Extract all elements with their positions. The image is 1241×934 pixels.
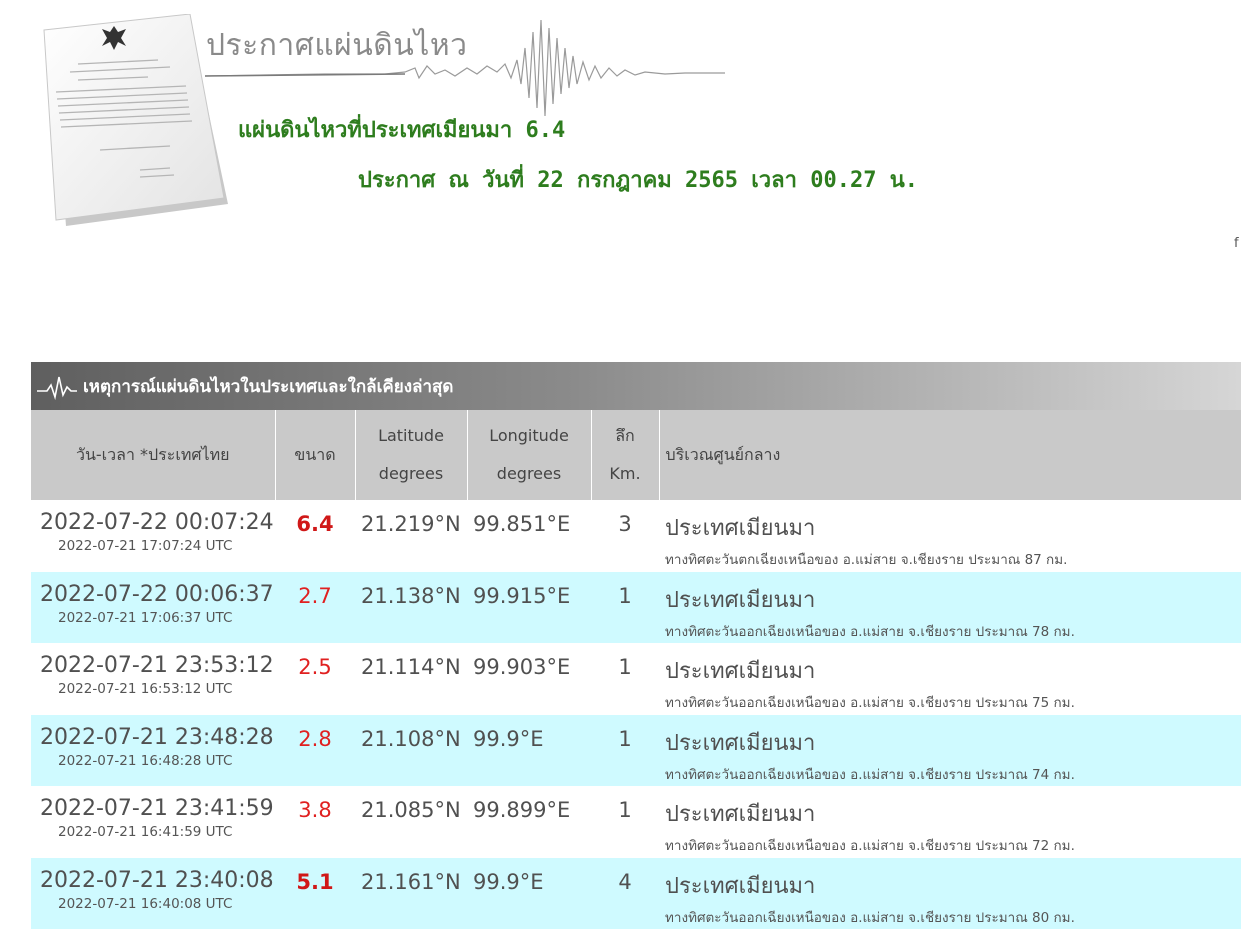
latitude-value: 21.108°N (361, 726, 461, 751)
clipped-text: f (1234, 236, 1239, 251)
depth-value: 3 (618, 512, 632, 536)
epicenter-country: ประเทศเมียนมา (665, 730, 816, 756)
local-datetime: 2022-07-21 23:53:12 (40, 653, 274, 678)
epicenter-cell: ประเทศเมียนมาทางทิศตะวันออกเฉียงเหนือของ… (659, 786, 1241, 858)
utc-datetime: 2022-07-21 16:40:08 UTC (58, 895, 233, 912)
col-longitude-unit: degrees (496, 464, 562, 483)
utc-datetime: 2022-07-21 17:06:37 UTC (58, 609, 233, 626)
epicenter-description: ทางทิศตะวันออกเฉียงเหนือของ อ.แม่สาย จ.เ… (665, 695, 1075, 711)
waveform-icon (37, 376, 77, 401)
panel-header: เหตุการณ์แผ่นดินไหวในประเทศและใกล้เคียงล… (31, 362, 1241, 410)
col-magnitude: ขนาด (275, 410, 356, 500)
latitude-value: 21.138°N (361, 583, 461, 608)
datetime-cell: 2022-07-21 23:41:59 2022-07-21 16:41:59 U… (31, 786, 275, 858)
col-longitude-label: Longitude (489, 426, 569, 445)
page-title: ประกาศแผ่นดินไหว (206, 28, 468, 63)
col-longitude: Longitude degrees (467, 410, 592, 500)
latitude-value: 21.114°N (361, 655, 461, 679)
magnitude-value: 2.8 (298, 726, 332, 751)
table-row[interactable]: 2022-07-22 00:06:37 2022-07-21 17:06:37 U… (31, 571, 1241, 644)
epicenter-cell: ประเทศเมียนมาทางทิศตะวันตกเฉียงเหนือของ … (659, 500, 1241, 572)
col-latitude-label: Latitude (378, 426, 444, 445)
epicenter-cell: ประเทศเมียนมาทางทิศตะวันออกเฉียงเหนือของ… (659, 858, 1241, 930)
utc-datetime: 2022-07-21 16:41:59 UTC (58, 824, 233, 840)
depth-value: 1 (618, 726, 632, 751)
panel-title: เหตุการณ์แผ่นดินไหวในประเทศและใกล้เคียงล… (83, 376, 454, 397)
epicenter-description: ทางทิศตะวันออกเฉียงเหนือของ อ.แม่สาย จ.เ… (665, 766, 1075, 783)
longitude-value: 99.903°E (473, 655, 571, 679)
utc-datetime: 2022-07-21 16:53:12 UTC (58, 681, 233, 697)
depth-value: 1 (618, 655, 632, 679)
col-depth-label: ลึก (615, 426, 635, 445)
col-epicenter: บริเวณศูนย์กลาง (659, 410, 1241, 500)
magnitude-value: 3.8 (298, 798, 332, 822)
col-depth: ลึก Km. (591, 410, 660, 500)
latitude-value: 21.161°N (361, 869, 461, 894)
longitude-value: 99.9°E (473, 869, 544, 894)
epicenter-cell: ประเทศเมียนมาทางทิศตะวันออกเฉียงเหนือของ… (659, 643, 1241, 715)
datetime-cell: 2022-07-22 00:06:37 2022-07-21 17:06:37 U… (31, 572, 275, 644)
longitude-value: 99.899°E (473, 798, 571, 822)
depth-value: 1 (618, 583, 632, 608)
epicenter-description: ทางทิศตะวันออกเฉียงเหนือของ อ.แม่สาย จ.เ… (665, 838, 1075, 854)
utc-datetime: 2022-07-21 16:48:28 UTC (58, 752, 233, 769)
recent-earthquakes-panel: เหตุการณ์แผ่นดินไหวในประเทศและใกล้เคียงล… (31, 362, 1241, 929)
table-header-row: วัน-เวลา *ประเทศไทย ขนาด Latitude degree… (31, 410, 1241, 500)
local-datetime: 2022-07-22 00:06:37 (40, 581, 274, 607)
magnitude-value: 2.5 (298, 655, 332, 679)
epicenter-country: ประเทศเมียนมา (665, 659, 816, 684)
magnitude-value: 6.4 (296, 512, 334, 536)
latitude-value: 21.219°N (361, 512, 461, 536)
table-row[interactable]: 2022-07-21 23:41:59 2022-07-21 16:41:59 U… (31, 786, 1241, 858)
longitude-value: 99.9°E (473, 726, 544, 751)
epicenter-country: ประเทศเมียนมา (665, 587, 816, 613)
table-row[interactable]: 2022-07-21 23:40:08 2022-07-21 16:40:08 U… (31, 857, 1241, 930)
col-depth-unit: Km. (609, 464, 641, 483)
epicenter-description: ทางทิศตะวันตกเฉียงเหนือของ อ.แม่สาย จ.เช… (665, 552, 1068, 568)
datetime-cell: 2022-07-21 23:53:12 2022-07-21 16:53:12 U… (31, 643, 275, 715)
announcement-date: ประกาศ ณ วันที่ 22 กรกฎาคม 2565 เวลา 00.… (358, 168, 918, 193)
magnitude-value: 2.7 (298, 583, 332, 608)
col-latitude: Latitude degrees (355, 410, 468, 500)
local-datetime: 2022-07-21 23:41:59 (40, 796, 274, 821)
epicenter-cell: ประเทศเมียนมาทางทิศตะวันออกเฉียงเหนือของ… (659, 715, 1241, 787)
earthquake-headline: แผ่นดินไหวที่ประเทศเมียนมา 6.4 (238, 118, 566, 143)
table-row[interactable]: 2022-07-21 23:53:12 2022-07-21 16:53:12 U… (31, 643, 1241, 715)
table-row[interactable]: 2022-07-21 23:48:28 2022-07-21 16:48:28 U… (31, 714, 1241, 787)
local-datetime: 2022-07-22 00:07:24 (40, 510, 274, 535)
col-datetime: วัน-เวลา *ประเทศไทย (31, 410, 276, 500)
longitude-value: 99.915°E (473, 583, 571, 608)
longitude-value: 99.851°E (473, 512, 571, 536)
utc-datetime: 2022-07-21 17:07:24 UTC (58, 538, 233, 554)
epicenter-country: ประเทศเมียนมา (665, 802, 816, 827)
epicenter-description: ทางทิศตะวันออกเฉียงเหนือของ อ.แม่สาย จ.เ… (665, 909, 1075, 926)
document-icon (43, 14, 228, 226)
depth-value: 4 (618, 869, 632, 894)
col-latitude-unit: degrees (378, 464, 444, 483)
local-datetime: 2022-07-21 23:48:28 (40, 724, 274, 750)
epicenter-country: ประเทศเมียนมา (665, 516, 816, 541)
earthquake-table: วัน-เวลา *ประเทศไทย ขนาด Latitude degree… (31, 410, 1241, 929)
datetime-cell: 2022-07-21 23:40:08 2022-07-21 16:40:08 U… (31, 858, 275, 930)
datetime-cell: 2022-07-21 23:48:28 2022-07-21 16:48:28 U… (31, 715, 275, 787)
depth-value: 1 (618, 798, 632, 822)
epicenter-country: ประเทศเมียนมา (665, 873, 816, 899)
epicenter-description: ทางทิศตะวันออกเฉียงเหนือของ อ.แม่สาย จ.เ… (665, 623, 1075, 640)
table-row[interactable]: 2022-07-22 00:07:24 2022-07-21 17:07:24 U… (31, 500, 1241, 572)
local-datetime: 2022-07-21 23:40:08 (40, 867, 274, 893)
latitude-value: 21.085°N (361, 798, 461, 822)
magnitude-value: 5.1 (296, 869, 334, 894)
epicenter-cell: ประเทศเมียนมาทางทิศตะวันออกเฉียงเหนือของ… (659, 572, 1241, 644)
datetime-cell: 2022-07-22 00:07:24 2022-07-21 17:07:24 U… (31, 500, 275, 572)
